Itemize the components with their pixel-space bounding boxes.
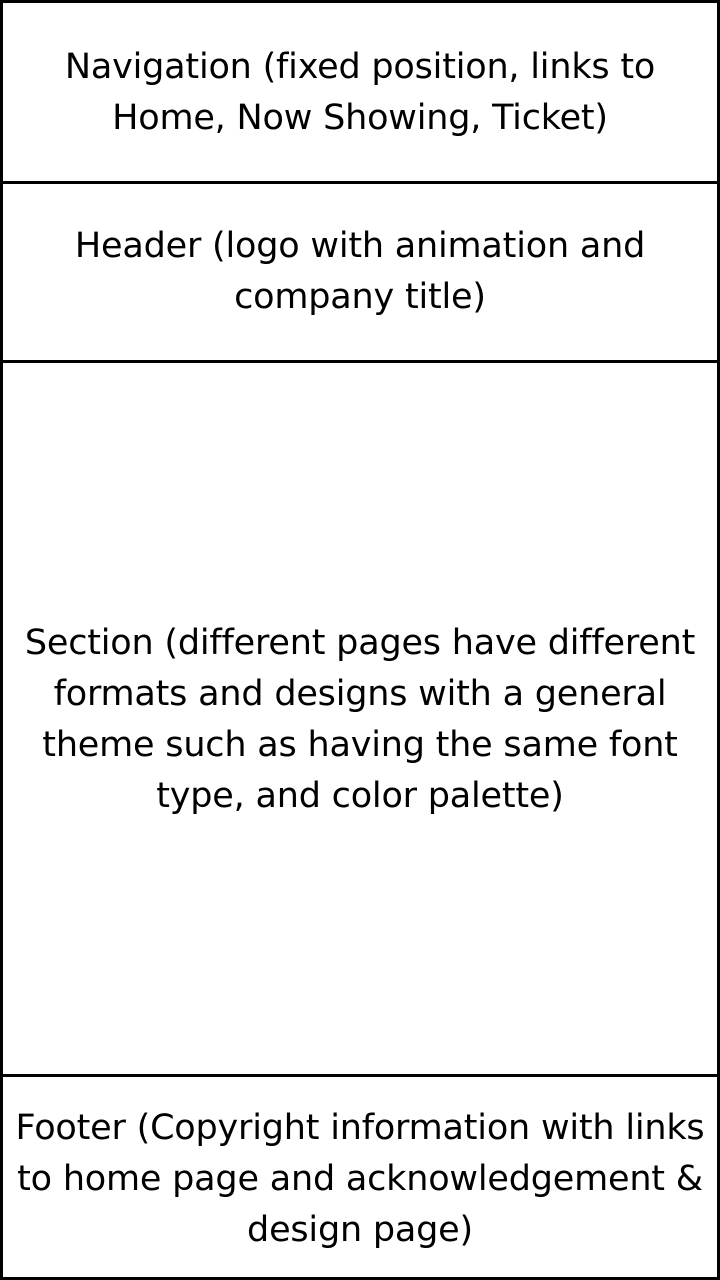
header-block: Header (logo with animation and company … — [3, 181, 717, 360]
navigation-block: Navigation (fixed position, links to Hom… — [3, 3, 717, 181]
section-label: Section (different pages have different … — [24, 622, 696, 816]
section-block: Section (different pages have different … — [3, 360, 717, 1074]
wireframe-diagram: Navigation (fixed position, links to Hom… — [0, 0, 720, 1280]
header-label: Header (logo with animation and company … — [74, 226, 646, 317]
navigation-label: Navigation (fixed position, links to Hom… — [64, 47, 656, 138]
footer-label: Footer (Copyright information with links… — [15, 1107, 705, 1250]
footer-block: Footer (Copyright information with links… — [3, 1074, 717, 1277]
